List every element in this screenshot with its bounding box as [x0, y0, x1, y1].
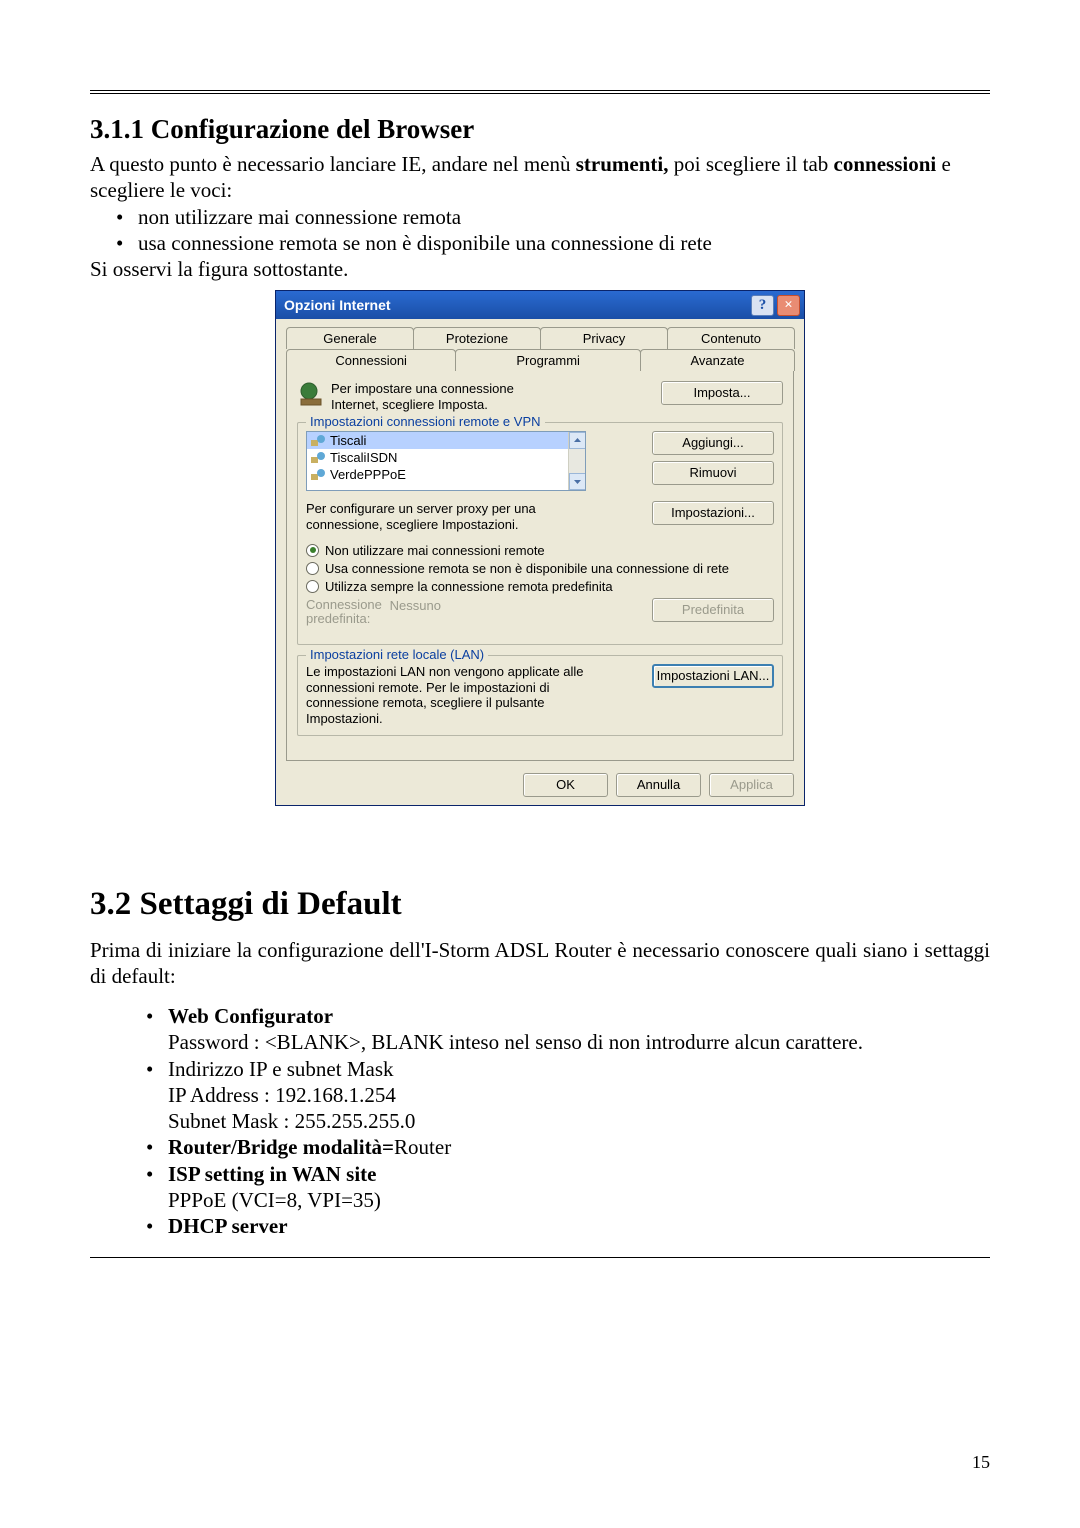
applica-button: Applica: [709, 773, 794, 797]
heading-32: 3.2 Settaggi di Default: [90, 886, 990, 923]
default-connection-value: Nessuno: [390, 598, 441, 613]
tabs-row-front: Connessioni Programmi Avanzate: [286, 349, 794, 371]
tab-privacy[interactable]: Privacy: [540, 327, 668, 349]
tab-contenuto[interactable]: Contenuto: [667, 327, 795, 349]
list-item-verdepppoe[interactable]: VerdePPPoE: [307, 466, 585, 483]
radio-never-remote[interactable]: Non utilizzare mai connessioni remote: [306, 543, 774, 558]
heading-311: 3.1.1 Configurazione del Browser: [90, 114, 990, 145]
def-router-bridge: Router/Bridge modalità=Router: [168, 1134, 990, 1160]
intro-bold-strumenti: strumenti,: [576, 152, 669, 176]
def-label: Router/Bridge modalità=: [168, 1135, 394, 1159]
def-ip-subnet: Indirizzo IP e subnet Mask IP Address : …: [168, 1056, 990, 1135]
tab-avanzate[interactable]: Avanzate: [640, 349, 795, 371]
tab-pane-connessioni: Per impostare una connessione Internet, …: [286, 370, 794, 760]
radio-use-if-no-net[interactable]: Usa connessione remota se non è disponib…: [306, 561, 774, 576]
aggiungi-button[interactable]: Aggiungi...: [652, 431, 774, 455]
radio-label: Usa connessione remota se non è disponib…: [325, 561, 729, 576]
connection-icon: [310, 451, 326, 465]
scroll-up-icon[interactable]: [569, 432, 586, 449]
lan-text: Le impostazioni LAN non vengono applicat…: [306, 664, 596, 726]
def-dhcp: DHCP server: [168, 1213, 990, 1239]
intro-a: A questo punto è necessario lanciare IE,…: [90, 152, 576, 176]
globe-icon: [297, 381, 325, 409]
rimuovi-button[interactable]: Rimuovi: [652, 461, 774, 485]
observe-line: Si osservi la figura sottostante.: [90, 256, 990, 282]
radio-label: Utilizza sempre la connessione remota pr…: [325, 579, 613, 594]
impostazioni-lan-button[interactable]: Impostazioni LAN...: [652, 664, 774, 688]
group-vpn: Impostazioni connessioni remote e VPN Ti…: [297, 422, 783, 645]
top-rule: [90, 90, 990, 94]
bullet-use-remote: usa connessione remota se non è disponib…: [138, 230, 990, 256]
list-item-label: TiscaliISDN: [330, 450, 397, 465]
list-item-label: VerdePPPoE: [330, 467, 406, 482]
radio-dot: [306, 562, 319, 575]
impostazioni-button[interactable]: Impostazioni...: [652, 501, 774, 525]
intro-b: poi scegliere il tab: [668, 152, 833, 176]
def-label: Web Configurator: [168, 1004, 333, 1028]
def-value: PPPoE (VCI=8, VPI=35): [168, 1188, 381, 1212]
def-label: Indirizzo IP e subnet Mask: [168, 1057, 394, 1081]
default-connection-label: Connessione predefinita:: [306, 598, 386, 627]
list-item-tiscali-isdn[interactable]: TiscaliISDN: [307, 449, 585, 466]
group-vpn-legend: Impostazioni connessioni remote e VPN: [306, 414, 545, 429]
def-label: ISP setting in WAN site: [168, 1162, 376, 1186]
default-connection-row: Connessione predefinita: Nessuno: [306, 598, 441, 627]
intro-paragraph: A questo punto è necessario lanciare IE,…: [90, 151, 990, 204]
def-isp-wan: ISP setting in WAN site PPPoE (VCI=8, VP…: [168, 1161, 990, 1214]
dialog-titlebar: Opzioni Internet ? ×: [276, 291, 804, 319]
radio-label: Non utilizzare mai connessioni remote: [325, 543, 545, 558]
group-lan: Impostazioni rete locale (LAN) Le impost…: [297, 655, 783, 735]
imposta-button[interactable]: Imposta...: [661, 381, 783, 405]
def-label: DHCP server: [168, 1214, 288, 1238]
radio-dot: [306, 580, 319, 593]
def-value: Password : <BLANK>, BLANK inteso nel sen…: [168, 1030, 863, 1054]
internet-options-dialog: Opzioni Internet ? × Generale Protezione…: [275, 290, 805, 805]
dialog-screenshot: Opzioni Internet ? × Generale Protezione…: [90, 290, 990, 805]
scroll-down-icon[interactable]: [569, 473, 586, 490]
close-icon[interactable]: ×: [777, 295, 800, 316]
tab-connessioni[interactable]: Connessioni: [286, 349, 456, 371]
group-lan-legend: Impostazioni rete locale (LAN): [306, 647, 488, 662]
proxy-text: Per configurare un server proxy per una …: [306, 501, 566, 532]
def-web-configurator: Web Configurator Password : <BLANK>, BLA…: [168, 1003, 990, 1056]
radio-always-default[interactable]: Utilizza sempre la connessione remota pr…: [306, 579, 774, 594]
bullet-no-remote: non utilizzare mai connessione remota: [138, 204, 990, 230]
def-value: IP Address : 192.168.1.254: [168, 1083, 396, 1107]
connection-icon: [310, 434, 326, 448]
dialog-title: Opzioni Internet: [284, 297, 391, 313]
listbox-scrollbar[interactable]: [568, 432, 585, 490]
tabs-row-back: Generale Protezione Privacy Contenuto: [286, 327, 794, 349]
tab-protezione[interactable]: Protezione: [413, 327, 541, 349]
tab-generale[interactable]: Generale: [286, 327, 414, 349]
bottom-rule: [90, 1257, 990, 1258]
list-item-label: Tiscali: [330, 433, 366, 448]
sec32-intro: Prima di iniziare la configurazione dell…: [90, 937, 990, 990]
predefinita-button: Predefinita: [652, 598, 774, 622]
list-item-tiscali[interactable]: Tiscali: [307, 432, 585, 449]
def-value: Subnet Mask : 255.255.255.0: [168, 1109, 415, 1133]
tab-programmi[interactable]: Programmi: [455, 349, 641, 371]
setup-text: Per impostare una connessione Internet, …: [331, 381, 551, 412]
dialog-footer-buttons: OK Annulla Applica: [276, 765, 804, 805]
page-number: 15: [972, 1452, 990, 1473]
connections-listbox[interactable]: Tiscali TiscaliISDN VerdePPPoE: [306, 431, 586, 491]
connection-icon: [310, 468, 326, 482]
intro-bold-connessioni: connessioni: [834, 152, 937, 176]
ok-button[interactable]: OK: [523, 773, 608, 797]
radio-dot-selected: [306, 544, 319, 557]
annulla-button[interactable]: Annulla: [616, 773, 701, 797]
help-icon[interactable]: ?: [751, 295, 774, 316]
def-value: Router: [394, 1135, 451, 1159]
